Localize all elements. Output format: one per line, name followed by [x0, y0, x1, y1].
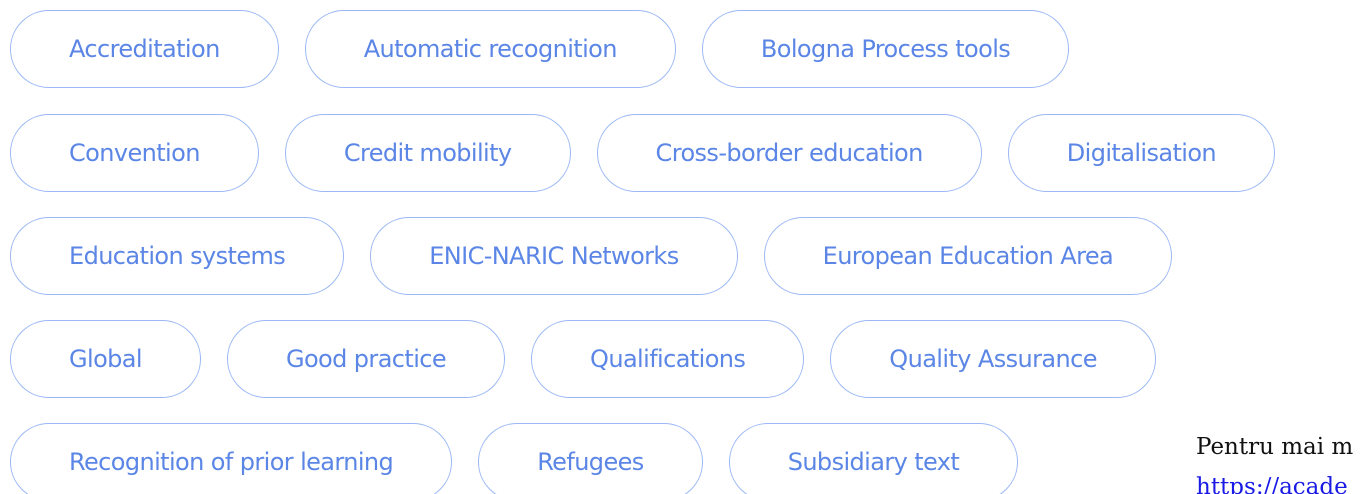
- tag-accreditation[interactable]: Accreditation: [10, 10, 279, 88]
- tag-cloud-panel: Accreditation Automatic recognition Bolo…: [0, 0, 1367, 494]
- tag-row-3: Education systems ENIC-NARIC Networks Eu…: [10, 217, 1173, 295]
- tag-quality-assurance[interactable]: Quality Assurance: [830, 320, 1156, 398]
- tag-global[interactable]: Global: [10, 320, 201, 398]
- tag-bologna-process-tools[interactable]: Bologna Process tools: [701, 10, 1070, 88]
- tag-row-1: Accreditation Automatic recognition Bolo…: [10, 10, 1070, 88]
- tag-convention[interactable]: Convention: [10, 114, 259, 192]
- tag-digitalisation[interactable]: Digitalisation: [1007, 114, 1276, 192]
- tag-good-practice[interactable]: Good practice: [226, 320, 506, 398]
- tag-row-4: Global Good practice Qualifications Qual…: [10, 320, 1156, 398]
- tag-enic-naric-networks[interactable]: ENIC-NARIC Networks: [370, 217, 738, 295]
- tag-row-2: Convention Credit mobility Cross-border …: [10, 114, 1276, 192]
- tag-european-education-area[interactable]: European Education Area: [763, 217, 1173, 295]
- tag-refugees[interactable]: Refugees: [478, 423, 703, 494]
- tag-education-systems[interactable]: Education systems: [10, 217, 345, 295]
- tag-credit-mobility[interactable]: Credit mobility: [284, 114, 571, 192]
- more-info-text: Pentru mai m: [1196, 434, 1354, 460]
- tag-qualifications[interactable]: Qualifications: [531, 320, 805, 398]
- tag-cross-border-education[interactable]: Cross-border education: [596, 114, 982, 192]
- more-info-link[interactable]: https://acade: [1196, 474, 1348, 494]
- tag-recognition-of-prior-learning[interactable]: Recognition of prior learning: [10, 423, 453, 494]
- tag-row-5: Recognition of prior learning Refugees S…: [10, 423, 1019, 494]
- tag-subsidiary-text[interactable]: Subsidiary text: [728, 423, 1019, 494]
- tag-automatic-recognition[interactable]: Automatic recognition: [304, 10, 676, 88]
